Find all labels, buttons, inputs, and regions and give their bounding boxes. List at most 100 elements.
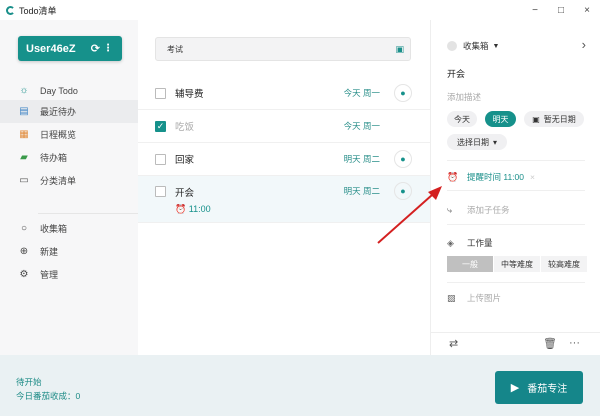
pomodoro-icon[interactable]: ● bbox=[394, 84, 412, 102]
gear-icon: ⚙ bbox=[19, 269, 29, 280]
date-today-button[interactable]: 今天 bbox=[447, 111, 477, 127]
task-date: 明天 周二 bbox=[343, 186, 380, 196]
workload-label-row: ◈ 工作量 bbox=[447, 237, 493, 249]
app-logo-icon bbox=[6, 5, 15, 15]
sidebar-item-label: 最近待办 bbox=[40, 107, 77, 117]
focus-label: 番茄专注 bbox=[527, 384, 568, 395]
divider bbox=[447, 160, 585, 161]
sidebar-item-manage[interactable]: ⚙ 管理 bbox=[0, 263, 138, 286]
sidebar-item-label: 待办箱 bbox=[40, 153, 68, 163]
add-subtask-row[interactable]: ⤷ 添加子任务 bbox=[447, 204, 510, 216]
sidebar-item-label: 新建 bbox=[40, 247, 59, 257]
repeat-icon[interactable]: ⇄ bbox=[449, 337, 458, 350]
task-checkbox[interactable] bbox=[155, 186, 166, 197]
alarm-icon: ⏰ bbox=[447, 171, 459, 182]
username: User46eZ bbox=[26, 42, 76, 55]
sidebar-item-label: Day Todo bbox=[40, 85, 78, 96]
caret-down-icon: ▼ bbox=[492, 42, 500, 50]
divider bbox=[38, 213, 138, 214]
workload-normal[interactable]: 一般 bbox=[447, 256, 493, 272]
reminder-text: 提醒时间 11:00 bbox=[467, 172, 525, 182]
task-row[interactable]: 辅导费 今天 周一 ● bbox=[138, 77, 430, 110]
calendar-icon[interactable]: ▣ bbox=[395, 44, 404, 55]
sidebar-item-category[interactable]: ▭ 分类清单 bbox=[0, 169, 138, 192]
sidebar-item-schedule[interactable]: ▦ 日程概览 bbox=[0, 123, 138, 146]
sidebar-item-label: 日程概览 bbox=[40, 130, 77, 140]
task-checkbox[interactable] bbox=[155, 87, 166, 99]
reminder-time: 11:00 bbox=[188, 204, 211, 214]
sidebar-item-recent[interactable]: ▤ 最近待办 bbox=[0, 100, 138, 123]
pomodoro-icon[interactable]: ● bbox=[394, 182, 412, 200]
trash-icon[interactable]: 🗑 bbox=[543, 337, 557, 350]
sidebar: User46eZ ⟳ ⋮ ☼ Day Todo ▤ 最近待办 ▦ 日程概览 ▰ 待办箱 … bbox=[0, 20, 138, 355]
divider bbox=[447, 282, 585, 283]
play-icon: ▶ bbox=[510, 382, 520, 394]
chevron-right-icon[interactable]: › bbox=[582, 37, 586, 52]
user-button[interactable]: User46eZ ⟳ ⋮ bbox=[18, 36, 122, 61]
list-selector[interactable]: 收集箱 ▼ bbox=[447, 40, 499, 52]
circle-icon: ○ bbox=[20, 223, 28, 234]
sidebar-item-day-todo[interactable]: ☼ Day Todo bbox=[0, 79, 138, 102]
sidebar-item-new[interactable]: ⊕ 新建 bbox=[0, 240, 138, 263]
today-pomodoro-count: 今日番茄收成：0 bbox=[16, 391, 81, 401]
task-checkbox-checked[interactable]: ✓ bbox=[155, 120, 166, 132]
divider bbox=[447, 224, 585, 225]
footer: 待开始 今日番茄收成：0 ▶ 番茄专注 bbox=[0, 355, 600, 416]
category-icon: ▭ bbox=[19, 175, 29, 186]
upload-image-row[interactable]: ▨ 上传图片 bbox=[447, 292, 501, 304]
sidebar-item-collect[interactable]: ○ 收集箱 bbox=[0, 217, 138, 240]
maximize-button[interactable]: □ bbox=[548, 0, 574, 20]
calendar-icon: ▤ bbox=[19, 106, 29, 117]
task-name: 开会 bbox=[175, 188, 195, 199]
task-row-selected[interactable]: 开会 明天 周二 ● ⏰ 11:00 bbox=[138, 176, 430, 223]
task-date: 明天 周二 bbox=[343, 154, 380, 164]
image-icon: ▣ bbox=[532, 114, 540, 124]
inbox-icon: ▰ bbox=[20, 152, 28, 163]
pomodoro-status: 待开始 bbox=[16, 377, 42, 387]
task-name: 吃饭 bbox=[175, 122, 195, 133]
image-icon: ▨ bbox=[447, 292, 456, 303]
pomodoro-icon[interactable]: ● bbox=[394, 150, 412, 168]
task-row[interactable]: 回家 明天 周二 ● bbox=[138, 143, 430, 176]
search-input[interactable]: 考试 ▣ bbox=[155, 37, 411, 61]
sidebar-item-label: 收集箱 bbox=[40, 224, 68, 234]
pomodoro-focus-button[interactable]: ▶ 番茄专注 bbox=[495, 371, 583, 404]
list-color-icon bbox=[447, 41, 457, 51]
sidebar-item-label: 管理 bbox=[40, 270, 59, 280]
task-row[interactable]: ✓ 吃饭 今天 周一 bbox=[138, 110, 430, 143]
search-value: 考试 bbox=[167, 44, 183, 54]
date-tomorrow-button[interactable]: 明天 bbox=[485, 111, 516, 127]
detail-toolbar: ⇄ 🗑 ··· bbox=[431, 332, 600, 355]
reminder-row[interactable]: ⏰ 提醒时间 11:00 × bbox=[447, 171, 535, 183]
minimize-button[interactable]: − bbox=[522, 0, 548, 20]
task-title[interactable]: 开会 bbox=[447, 67, 465, 80]
upload-image-label: 上传图片 bbox=[467, 293, 502, 303]
workload-selector[interactable]: 一般 中等难度 较高难度 bbox=[447, 256, 588, 272]
subtask-icon: ⤷ bbox=[447, 204, 453, 215]
alarm-icon: ⏰ bbox=[175, 204, 187, 214]
no-date-label: 暂无日期 bbox=[543, 114, 576, 124]
task-date: 今天 周一 bbox=[343, 121, 380, 131]
close-button[interactable]: × bbox=[574, 0, 600, 20]
task-list-panel: 考试 ▣ 辅导费 今天 周一 ● ✓ 吃饭 今天 周一 回家 明天 周二 ● 开… bbox=[138, 20, 430, 355]
workload-medium[interactable]: 中等难度 bbox=[494, 256, 540, 272]
sidebar-item-inbox[interactable]: ▰ 待办箱 bbox=[0, 146, 138, 169]
app-title: Todo清单 bbox=[19, 5, 57, 16]
task-name: 回家 bbox=[175, 155, 195, 166]
pick-date-button[interactable]: 选择日期 ▾ bbox=[447, 134, 507, 150]
add-subtask-label: 添加子任务 bbox=[467, 205, 510, 215]
no-date-button[interactable]: ▣ 暂无日期 bbox=[524, 111, 584, 127]
sun-icon: ☼ bbox=[19, 85, 29, 96]
workload-high[interactable]: 较高难度 bbox=[541, 256, 587, 272]
workload-icon: ◈ bbox=[447, 237, 454, 248]
task-checkbox[interactable] bbox=[155, 153, 166, 165]
description-input[interactable]: 添加描述 bbox=[447, 91, 481, 103]
sync-icon[interactable]: ⟳ bbox=[91, 42, 100, 55]
sidebar-item-label: 分类清单 bbox=[40, 176, 77, 186]
pick-date-label: 选择日期 bbox=[456, 137, 489, 147]
task-detail-panel: 收集箱 ▼ › 开会 添加描述 今天 明天 ▣ 暂无日期 选择日期 ▾ ⏰ 提醒时间 … bbox=[430, 20, 600, 355]
clear-reminder-icon[interactable]: × bbox=[530, 172, 535, 182]
more-icon[interactable]: ⋮ bbox=[103, 43, 113, 54]
more-icon[interactable]: ··· bbox=[569, 337, 580, 349]
schedule-icon: ▦ bbox=[19, 129, 29, 140]
